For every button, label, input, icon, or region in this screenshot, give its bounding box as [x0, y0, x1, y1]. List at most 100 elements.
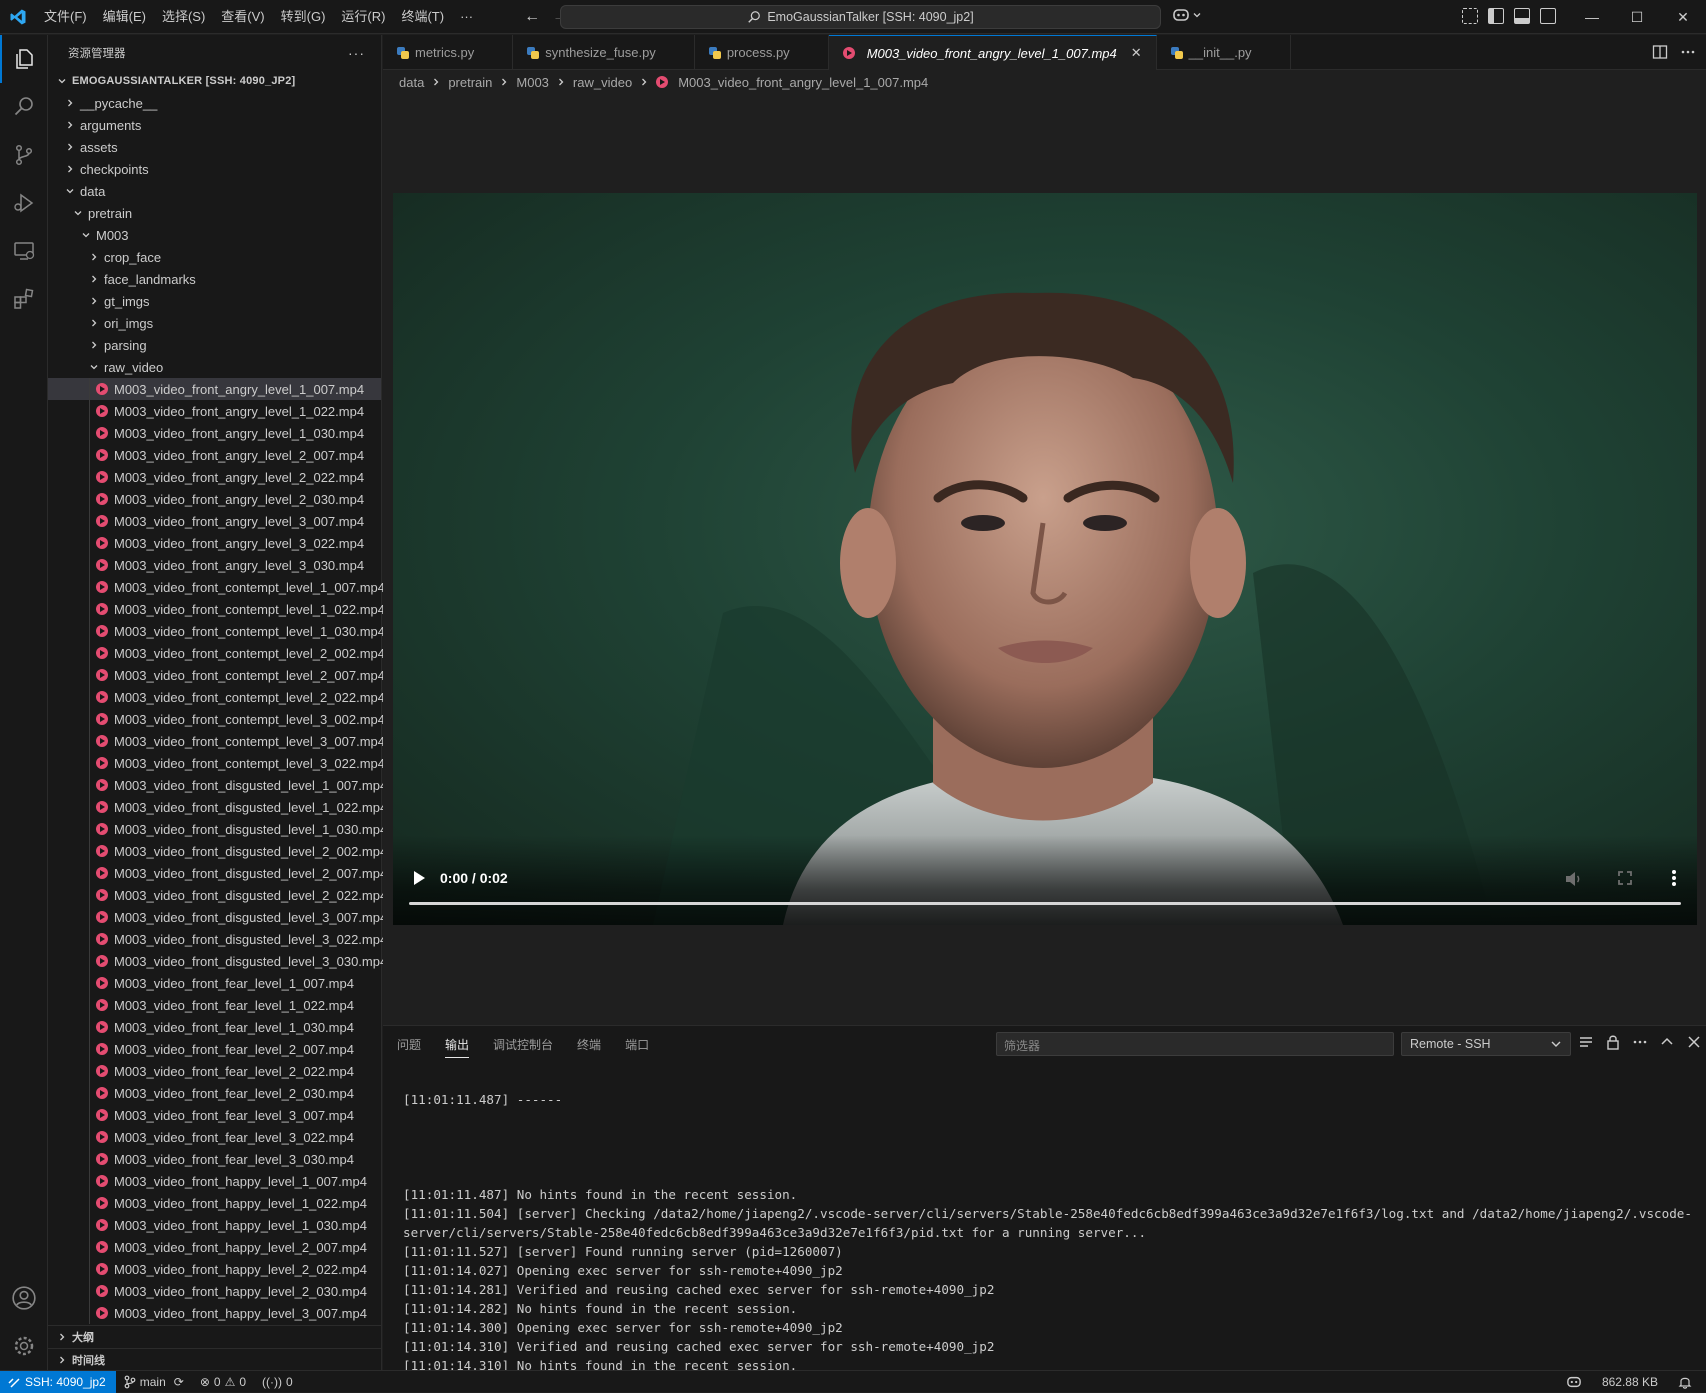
output-filter-input[interactable]: 筛选器 [996, 1032, 1394, 1056]
problems-indicator[interactable]: ⊗ 0 ⚠ 0 [192, 1375, 254, 1389]
file-item[interactable]: M003_video_front_disgusted_level_2_002.m… [48, 840, 387, 862]
editor-tab[interactable]: synthesize_fuse.py [513, 35, 695, 70]
folder-item[interactable]: pretrain [48, 202, 381, 224]
close-window-button[interactable]: ✕ [1660, 0, 1706, 34]
file-item[interactable]: M003_video_front_angry_level_1_022.mp4 [48, 400, 381, 422]
sync-icon[interactable]: ⟳ [174, 1375, 184, 1389]
panel-tab[interactable]: 输出 [445, 1036, 470, 1058]
folder-item[interactable]: parsing [48, 334, 381, 356]
file-item[interactable]: M003_video_front_fear_level_3_030.mp4 [48, 1148, 381, 1170]
file-item[interactable]: M003_video_front_fear_level_1_022.mp4 [48, 994, 381, 1016]
file-item[interactable]: M003_video_front_disgusted_level_1_007.m… [48, 774, 387, 796]
panel-tab[interactable]: 终端 [577, 1036, 601, 1053]
folder-item[interactable]: M003 [48, 224, 381, 246]
more-actions-icon[interactable] [1680, 44, 1696, 60]
file-item[interactable]: M003_video_front_fear_level_1_030.mp4 [48, 1016, 381, 1038]
fullscreen-icon[interactable] [1618, 871, 1632, 885]
folder-item[interactable]: __pycache__ [48, 92, 381, 114]
play-icon[interactable] [412, 870, 426, 886]
toggle-secondary-sidebar-icon[interactable] [1540, 8, 1556, 24]
search-icon[interactable] [0, 83, 48, 131]
menu-item[interactable]: ··· [452, 0, 481, 34]
file-item[interactable]: M003_video_front_disgusted_level_1_022.m… [48, 796, 387, 818]
file-item[interactable]: M003_video_front_contempt_level_3_002.mp… [48, 708, 385, 730]
file-item[interactable]: M003_video_front_contempt_level_1_022.mp… [48, 598, 385, 620]
file-item[interactable]: M003_video_front_fear_level_2_030.mp4 [48, 1082, 381, 1104]
panel-tab[interactable]: 端口 [625, 1036, 649, 1053]
file-item[interactable]: M003_video_front_angry_level_1_030.mp4 [48, 422, 381, 444]
customize-layout-icon[interactable] [1462, 8, 1478, 24]
file-item[interactable]: M003_video_front_happy_level_2_022.mp4 [48, 1258, 381, 1280]
file-item[interactable]: M003_video_front_happy_level_3_007.mp4 [48, 1302, 381, 1324]
file-item[interactable]: M003_video_front_disgusted_level_3_022.m… [48, 928, 387, 950]
file-item[interactable]: M003_video_front_contempt_level_2_022.mp… [48, 686, 385, 708]
menu-item[interactable]: 运行(R) [333, 0, 393, 34]
file-item[interactable]: M003_video_front_happy_level_1_022.mp4 [48, 1192, 381, 1214]
extensions-icon[interactable] [0, 275, 48, 323]
notifications[interactable] [1670, 1375, 1706, 1389]
output-channel-select[interactable]: Remote - SSH [1401, 1032, 1571, 1056]
video-progress-bar[interactable] [409, 902, 1681, 905]
toggle-panel-icon[interactable] [1514, 8, 1530, 24]
volume-icon[interactable] [1565, 871, 1583, 887]
file-item[interactable]: M003_video_front_disgusted_level_3_007.m… [48, 906, 387, 928]
file-item[interactable]: M003_video_front_fear_level_2_007.mp4 [48, 1038, 381, 1060]
file-item[interactable]: M003_video_front_contempt_level_3_007.mp… [48, 730, 385, 752]
file-item[interactable]: M003_video_front_happy_level_2_030.mp4 [48, 1280, 381, 1302]
close-panel-icon[interactable] [1686, 1034, 1702, 1050]
file-item[interactable]: M003_video_front_contempt_level_2_007.mp… [48, 664, 385, 686]
close-tab-icon[interactable]: ✕ [1131, 45, 1142, 61]
accounts-icon[interactable] [0, 1274, 48, 1322]
more-actions-icon[interactable]: ··· [348, 45, 365, 61]
file-item[interactable]: M003_video_front_fear_level_3_022.mp4 [48, 1126, 381, 1148]
folder-item[interactable]: checkpoints [48, 158, 381, 180]
video-player[interactable]: 0:00 / 0:02 [393, 193, 1697, 925]
editor-tab[interactable]: __init__.py [1157, 35, 1291, 70]
menu-item[interactable]: 转到(G) [273, 0, 334, 34]
timeline-section[interactable]: 时间线 [48, 1348, 382, 1370]
more-actions-icon[interactable] [1632, 1034, 1648, 1050]
folder-item[interactable]: raw_video [48, 356, 381, 378]
git-branch[interactable]: main ⟳ [116, 1375, 192, 1389]
breadcrumb-item[interactable]: data [399, 75, 424, 90]
copilot-status[interactable] [1558, 1375, 1590, 1389]
file-item[interactable]: M003_video_front_angry_level_2_022.mp4 [48, 466, 381, 488]
menu-item[interactable]: 选择(S) [154, 0, 213, 34]
file-item[interactable]: M003_video_front_fear_level_2_022.mp4 [48, 1060, 381, 1082]
breadcrumb-item[interactable]: M003 [516, 75, 549, 90]
workspace-root[interactable]: EMOGAUSSIANTALKER [SSH: 4090_JP2] [48, 70, 381, 92]
toggle-primary-sidebar-icon[interactable] [1488, 8, 1504, 24]
split-editor-icon[interactable] [1652, 44, 1668, 60]
explorer-icon[interactable] [0, 35, 48, 83]
maximize-panel-icon[interactable] [1659, 1034, 1675, 1050]
breadcrumb-item[interactable]: raw_video [573, 75, 632, 90]
breadcrumb-item[interactable]: M003_video_front_angry_level_1_007.mp4 [678, 75, 928, 90]
copilot-button[interactable] [1172, 7, 1202, 23]
file-item[interactable]: M003_video_front_contempt_level_1_007.mp… [48, 576, 385, 598]
file-item[interactable]: M003_video_front_angry_level_3_022.mp4 [48, 532, 381, 554]
back-arrow-icon[interactable]: ← [521, 8, 543, 26]
folder-item[interactable]: gt_imgs [48, 290, 381, 312]
file-item[interactable]: M003_video_front_happy_level_1_007.mp4 [48, 1170, 381, 1192]
lock-scroll-icon[interactable] [1605, 1034, 1621, 1050]
clear-output-icon[interactable] [1578, 1034, 1594, 1050]
file-item[interactable]: M003_video_front_disgusted_level_3_030.m… [48, 950, 387, 972]
settings-gear-icon[interactable] [0, 1322, 48, 1370]
remote-indicator[interactable]: SSH: 4090_jp2 [0, 1370, 116, 1393]
file-item[interactable]: M003_video_front_angry_level_3_030.mp4 [48, 554, 381, 576]
file-item[interactable]: M003_video_front_contempt_level_1_030.mp… [48, 620, 385, 642]
editor-tab[interactable]: metrics.py [383, 35, 514, 70]
minimize-button[interactable]: — [1569, 0, 1615, 34]
file-item[interactable]: M003_video_front_fear_level_1_007.mp4 [48, 972, 381, 994]
remote-explorer-icon[interactable] [0, 227, 48, 275]
menu-item[interactable]: 终端(T) [393, 0, 452, 34]
file-item[interactable]: M003_video_front_happy_level_1_030.mp4 [48, 1214, 381, 1236]
file-item[interactable]: M003_video_front_contempt_level_3_022.mp… [48, 752, 385, 774]
menu-item[interactable]: 文件(F) [36, 0, 95, 34]
file-item[interactable]: M003_video_front_angry_level_2_007.mp4 [48, 444, 381, 466]
panel-tab[interactable]: 问题 [397, 1036, 421, 1053]
file-item[interactable]: M003_video_front_angry_level_3_007.mp4 [48, 510, 381, 532]
file-item[interactable]: M003_video_front_disgusted_level_1_030.m… [48, 818, 387, 840]
command-center[interactable]: EmoGaussianTalker [SSH: 4090_jp2] [560, 5, 1161, 29]
menu-item[interactable]: 查看(V) [213, 0, 272, 34]
